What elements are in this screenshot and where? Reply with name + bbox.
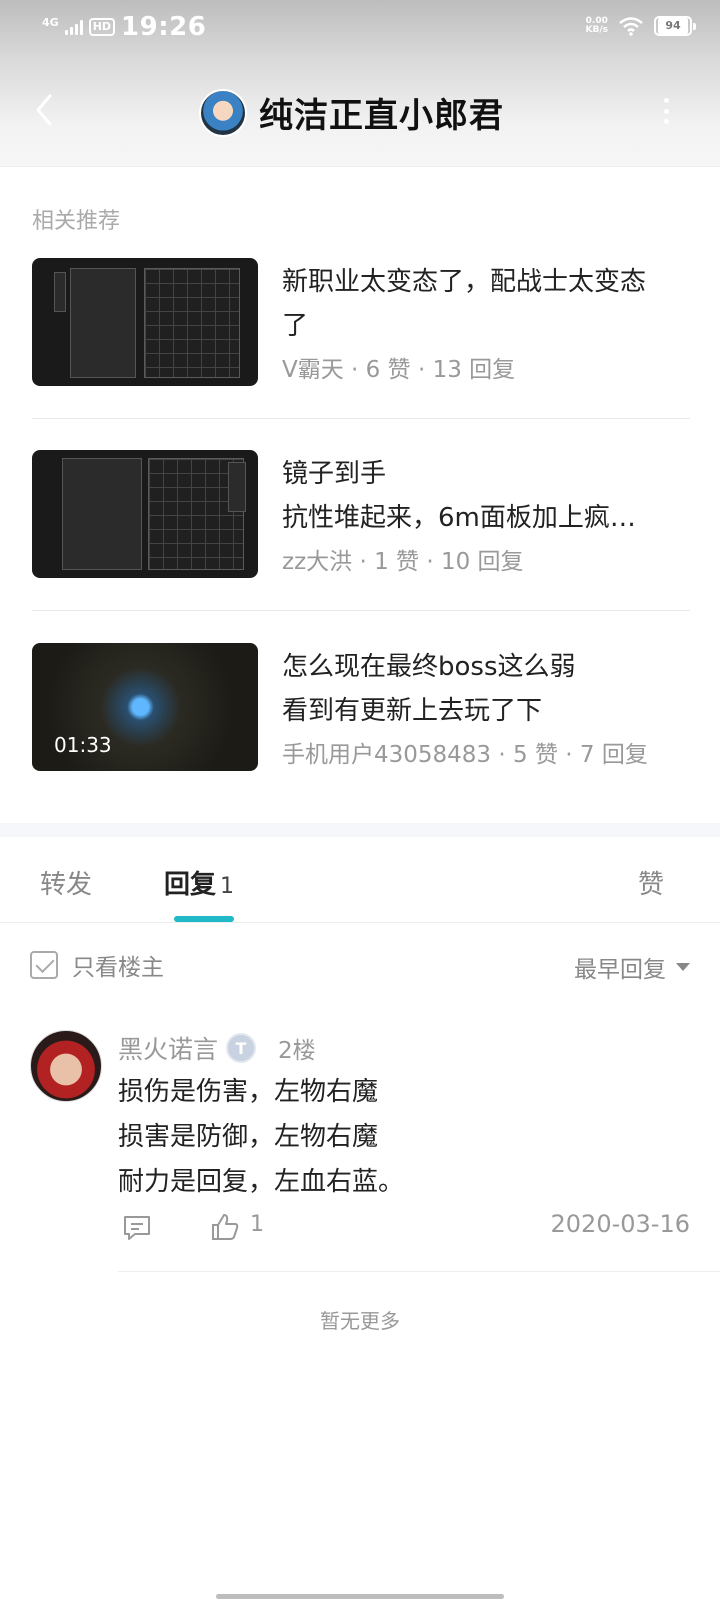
thumbs-up-icon[interactable] — [210, 1212, 240, 1242]
related-divider-1 — [32, 418, 690, 419]
video-duration: 01:33 — [54, 733, 112, 757]
related-meta-3: 手机用户43058483 · 5 赞 · 7 回复 — [282, 742, 648, 768]
network-type: 4G — [42, 15, 59, 29]
caret-down-icon — [676, 963, 690, 971]
comment-actions: 1 2020-03-16 — [118, 1208, 690, 1248]
commenter-avatar[interactable] — [30, 1030, 102, 1102]
back-icon[interactable] — [32, 92, 56, 128]
tab-bar: 转发 回复 1 赞 — [0, 838, 720, 922]
related-meta-2: zz大洪 · 1 赞 · 10 回复 — [282, 549, 524, 575]
more-icon[interactable] — [662, 98, 670, 124]
comment-text: 损伤是伤害，左物右魔 损害是防御，左物右魔 耐力是回复，左血右蓝。 — [118, 1077, 405, 1197]
related-title-1: 新职业太变态了，配战士太变态 了 — [282, 267, 647, 341]
status-bar: 4G HD 19:26 0.00 KB/s 94 — [0, 0, 720, 56]
sort-label: 最早回复 — [574, 957, 666, 983]
comment-icon[interactable] — [122, 1214, 152, 1242]
status-left: 4G HD 19:26 — [42, 12, 206, 42]
battery-icon: 94 — [654, 16, 696, 36]
commenter-name[interactable]: 黑火诺言 — [118, 1030, 218, 1066]
sort-dropdown[interactable]: 最早回复 — [574, 950, 690, 984]
comment-divider — [118, 1271, 720, 1272]
network-speed: 0.00 KB/s — [585, 16, 608, 35]
section-label-related: 相关推荐 — [32, 209, 121, 234]
status-right: 0.00 KB/s 94 — [585, 16, 696, 36]
related-item-1[interactable]: 新职业太变态了，配战士太变态 了 V霸天 · 6 赞 · 13 回复 — [32, 258, 690, 386]
no-more-label: 暂无更多 — [320, 1309, 400, 1333]
only-op-toggle[interactable]: 只看楼主 — [30, 948, 164, 982]
related-thumbnail-2 — [32, 450, 258, 578]
nav-bar: 纯洁正直小郎君 — [0, 70, 720, 150]
only-op-label: 只看楼主 — [72, 955, 164, 981]
related-thumbnail-3: 01:33 — [32, 643, 258, 771]
signal-icon — [64, 19, 83, 35]
tab-forward[interactable]: 转发 — [40, 864, 92, 901]
level-badge-icon: T — [226, 1033, 257, 1063]
home-indicator[interactable] — [216, 1594, 504, 1599]
commenter-info: 黑火诺言 T 2楼 — [118, 1030, 316, 1066]
wifi-icon — [619, 17, 643, 36]
hd-badge: HD — [88, 18, 116, 36]
reply-count: 1 — [220, 874, 235, 899]
nav-title: 纯洁正直小郎君 — [259, 96, 504, 136]
like-count: 1 — [250, 1212, 264, 1237]
related-title-2: 镜子到手 抗性堆起来，6m面板加上疯… — [282, 459, 636, 533]
tab-like[interactable]: 赞 — [638, 864, 664, 901]
related-thumbnail-1 — [32, 258, 258, 386]
related-title-3: 怎么现在最终boss这么弱 看到有更新上去玩了下 — [282, 652, 576, 726]
checkbox-icon[interactable] — [30, 951, 58, 979]
floor-number: 2楼 — [278, 1038, 316, 1064]
header-divider — [0, 166, 720, 167]
nav-title-group[interactable]: 纯洁正直小郎君 — [199, 88, 504, 137]
battery-level: 94 — [658, 18, 688, 34]
related-divider-2 — [32, 610, 690, 611]
related-meta-1: V霸天 · 6 赞 · 13 回复 — [282, 357, 516, 383]
author-avatar[interactable] — [199, 88, 247, 137]
comment-date: 2020-03-16 — [550, 1210, 690, 1238]
tabs-divider — [0, 922, 720, 923]
clock: 19:26 — [121, 12, 207, 42]
section-band — [0, 823, 720, 837]
related-item-2[interactable]: 镜子到手 抗性堆起来，6m面板加上疯… zz大洪 · 1 赞 · 10 回复 — [32, 450, 690, 578]
tab-reply[interactable]: 回复 1 — [164, 864, 234, 901]
related-item-3[interactable]: 01:33 怎么现在最终boss这么弱 看到有更新上去玩了下 手机用户43058… — [32, 643, 690, 771]
